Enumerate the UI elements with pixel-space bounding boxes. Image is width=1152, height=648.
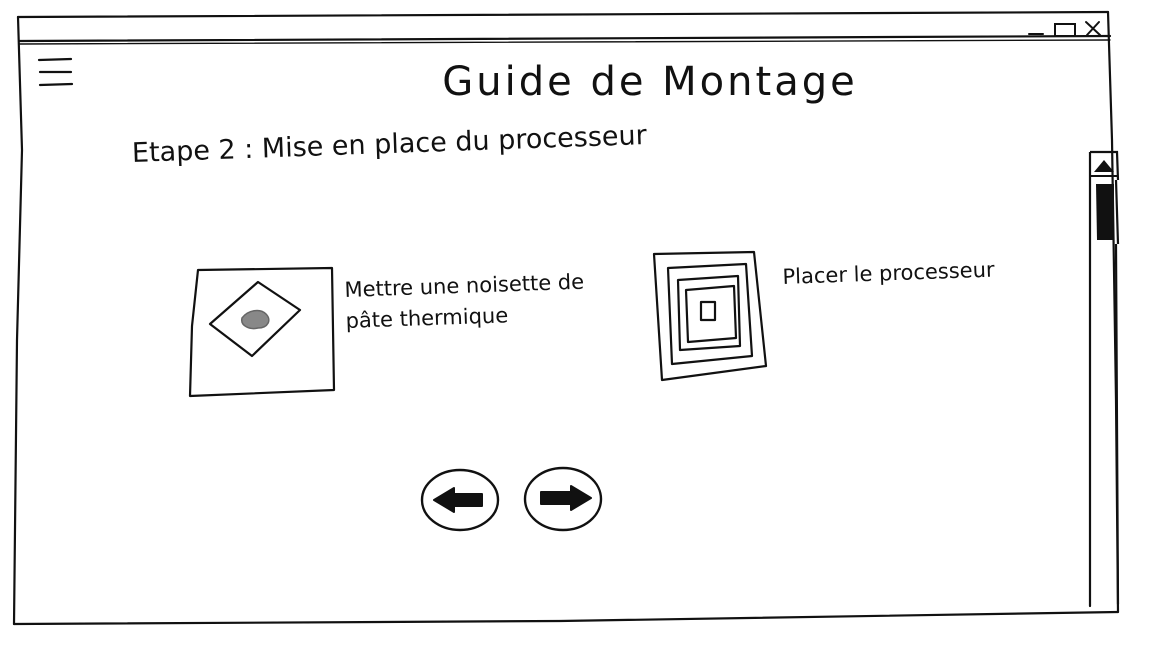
previous-step-button[interactable]	[418, 466, 504, 534]
close-icon	[1085, 21, 1101, 36]
instruction-paste-text: Mettre une noisette de pâte thermique	[344, 269, 585, 333]
thermal-paste-image	[186, 266, 338, 400]
triangle-up-icon	[1088, 150, 1120, 181]
processor-icon	[652, 250, 768, 382]
scroll-up-button[interactable]	[1087, 150, 1121, 181]
page-title: Guide de Montage	[442, 59, 858, 105]
scroll-track	[1088, 244, 1120, 608]
next-step-button[interactable]	[521, 464, 607, 534]
hamburger-menu-icon	[37, 57, 74, 87]
thermal-paste-icon	[188, 266, 336, 398]
scroll-thumb-shape	[1088, 179, 1120, 245]
minimize-icon	[1028, 33, 1044, 35]
menu-button[interactable]	[34, 54, 78, 94]
scrollbar[interactable]	[1087, 150, 1121, 612]
minimize-button[interactable]	[1024, 16, 1048, 42]
arrow-right-icon	[523, 466, 603, 532]
maximize-button[interactable]	[1050, 16, 1080, 42]
processor-image	[650, 250, 770, 382]
close-button[interactable]	[1080, 16, 1106, 42]
scroll-thumb[interactable]	[1087, 179, 1121, 245]
maximize-icon	[1054, 23, 1076, 37]
arrow-left-icon	[420, 468, 500, 532]
